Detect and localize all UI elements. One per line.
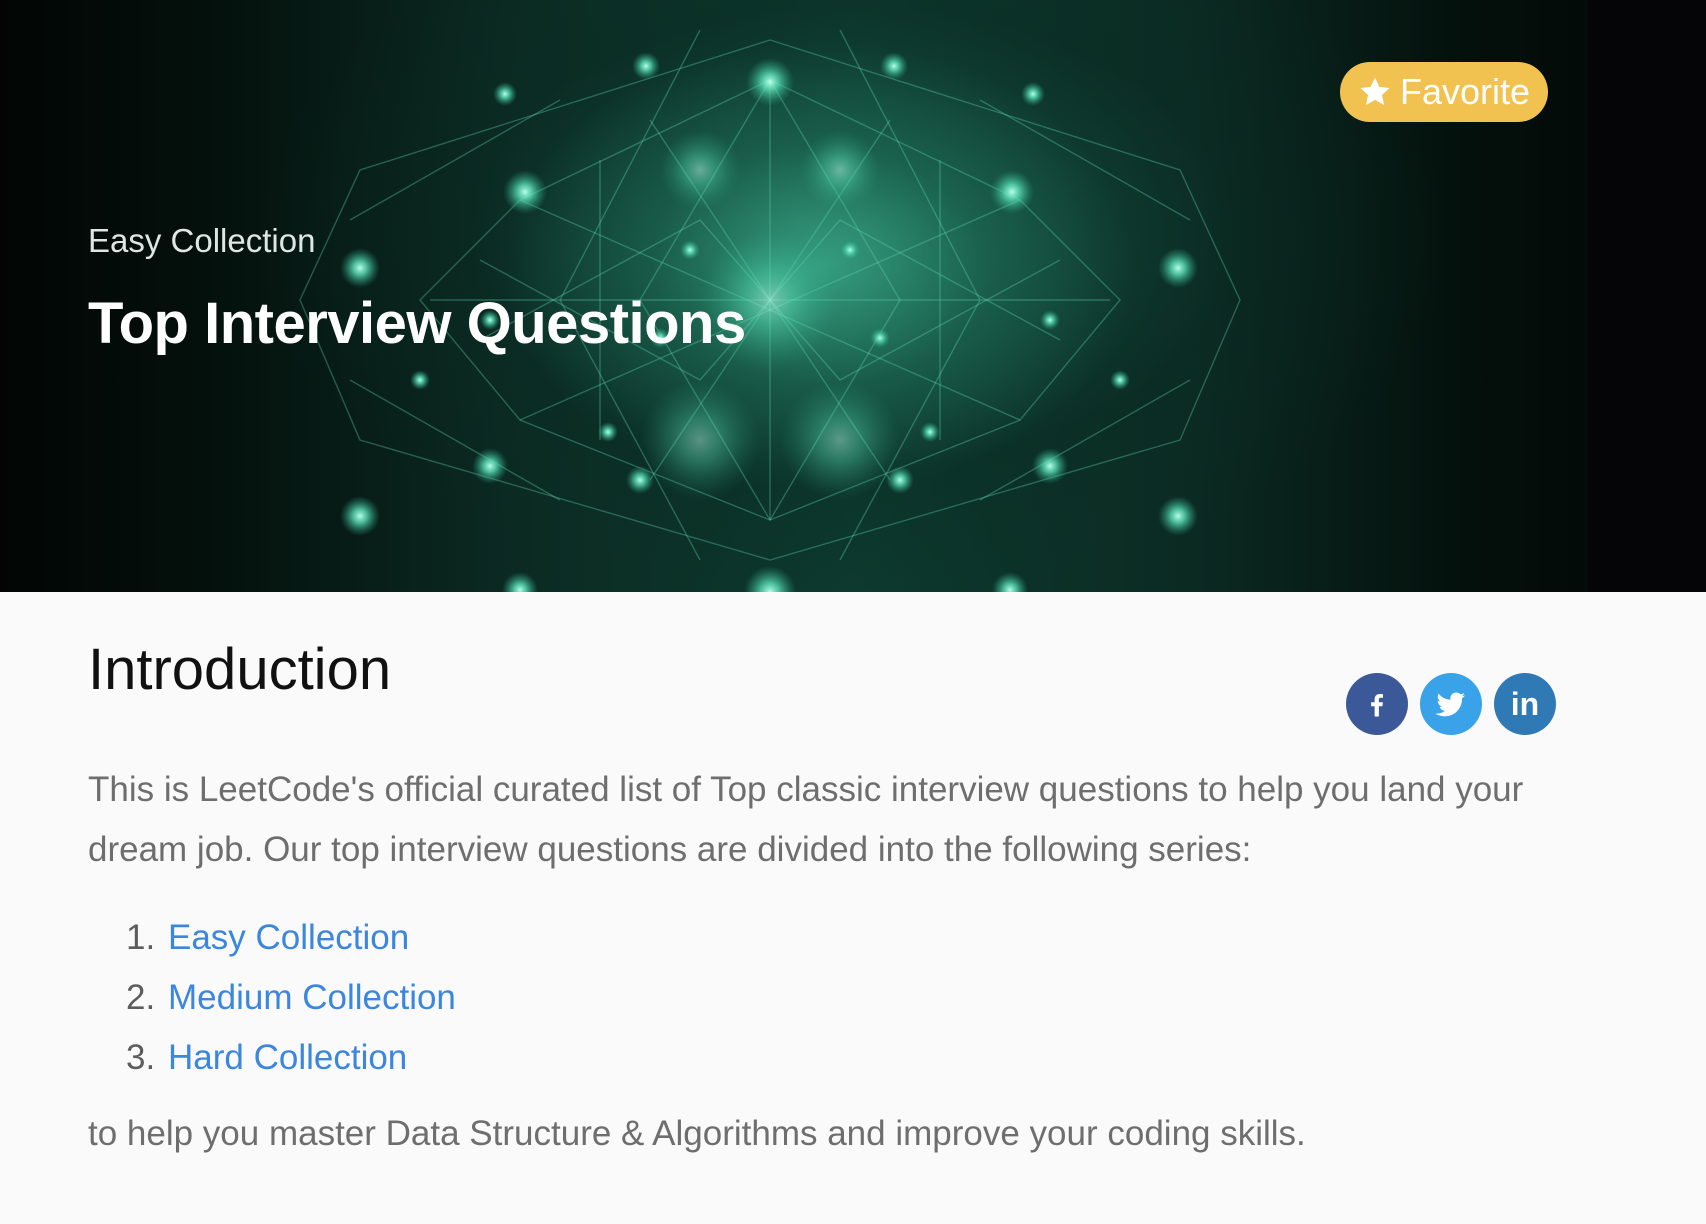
twitter-icon — [1435, 692, 1466, 717]
series-list: 1. Easy Collection 2. Medium Collection … — [126, 908, 456, 1088]
page-title: Top Interview Questions — [88, 291, 746, 356]
linkedin-icon: in — [1510, 685, 1540, 722]
collection-subtitle: Easy Collection — [88, 222, 316, 259]
list-item: 3. Hard Collection — [126, 1028, 456, 1088]
facebook-icon — [1371, 694, 1383, 717]
section-heading: Introduction — [88, 637, 392, 702]
list-item: 1. Easy Collection — [126, 908, 456, 968]
list-number: 3. — [126, 1038, 156, 1077]
list-number: 2. — [126, 978, 156, 1017]
closing-paragraph: to help you master Data Structure & Algo… — [88, 1114, 1306, 1153]
intro-paragraph: This is LeetCode's official curated list… — [88, 770, 1524, 869]
hero-right-edge — [1588, 0, 1706, 592]
list-item: 2. Medium Collection — [126, 968, 456, 1028]
hard-collection-link[interactable]: Hard Collection — [168, 1028, 407, 1088]
twitter-share-button[interactable] — [1420, 673, 1482, 735]
favorite-label: Favorite — [1399, 71, 1531, 112]
page: Favorite Easy Collection Top Interview Q… — [0, 0, 1706, 1224]
hero-banner: Favorite Easy Collection Top Interview Q… — [0, 0, 1706, 592]
medium-collection-link[interactable]: Medium Collection — [168, 968, 456, 1028]
share-buttons: in — [1346, 673, 1556, 735]
facebook-share-button[interactable] — [1346, 673, 1408, 735]
linkedin-share-button[interactable]: in — [1494, 673, 1556, 735]
favorite-button[interactable]: Favorite — [1340, 62, 1548, 122]
list-number: 1. — [126, 918, 156, 957]
star-icon — [1360, 77, 1390, 106]
easy-collection-link[interactable]: Easy Collection — [168, 908, 409, 968]
content-area: Introduction in This is LeetCode's offic… — [0, 592, 1706, 1224]
